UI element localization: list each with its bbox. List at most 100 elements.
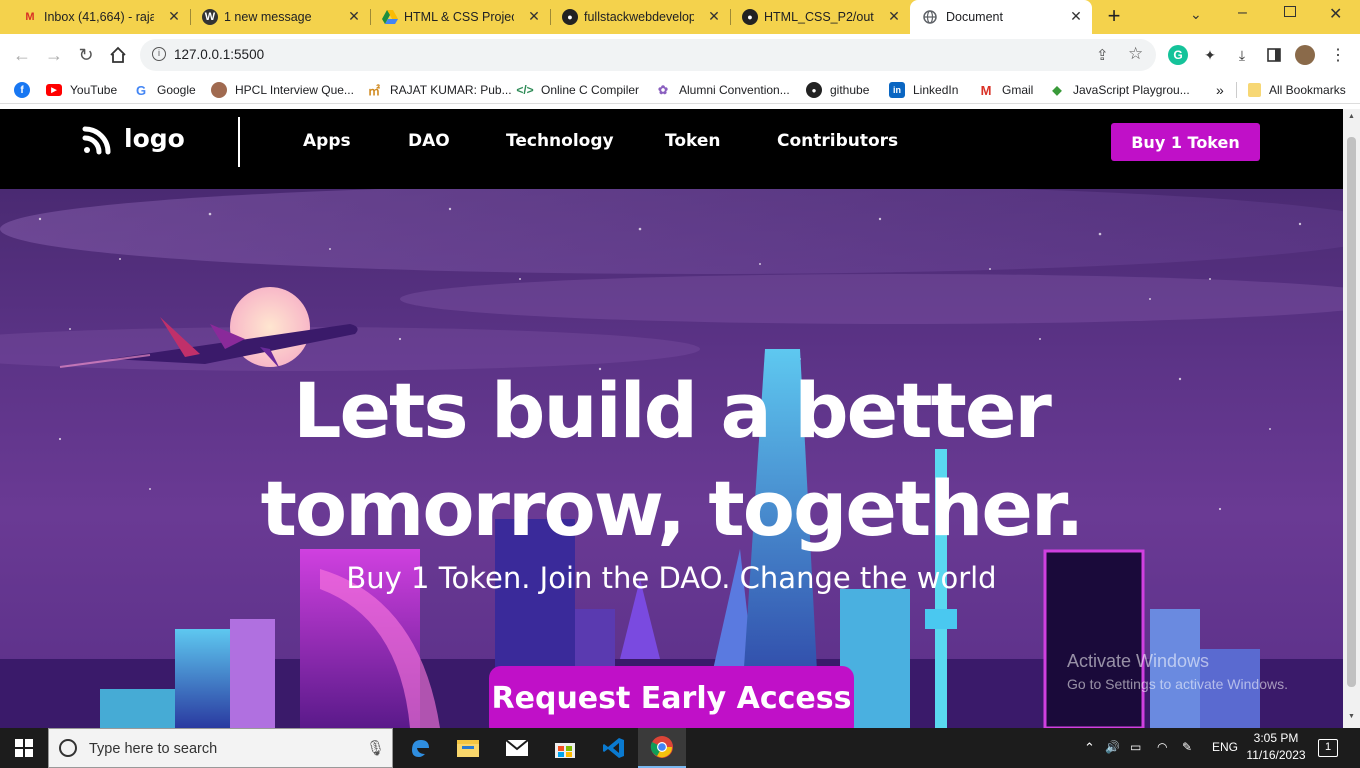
nav-technology[interactable]: Technology bbox=[506, 131, 614, 151]
hero-background-illustration bbox=[0, 189, 1343, 728]
bookmark-hpcl[interactable]: HPCL Interview Que... bbox=[211, 81, 354, 99]
tab-document-active[interactable]: Document ✕ bbox=[910, 0, 1092, 34]
bookmarks-overflow-button[interactable]: » bbox=[1216, 81, 1224, 99]
profile-avatar[interactable] bbox=[1295, 45, 1315, 65]
info-icon[interactable]: i bbox=[152, 47, 166, 61]
bookmark-star-icon[interactable]: ☆ bbox=[1128, 44, 1143, 64]
vscode-icon[interactable] bbox=[590, 728, 638, 768]
page-scrollbar[interactable]: ▲ ▼ bbox=[1343, 109, 1360, 728]
forward-arrow-icon[interactable]: → bbox=[42, 43, 66, 67]
bookmark-githube[interactable]: ● githube bbox=[806, 81, 869, 99]
site-logo[interactable]: logo bbox=[82, 121, 185, 155]
notification-center-icon[interactable]: 1 bbox=[1318, 739, 1338, 757]
bookmark-linkedin[interactable]: in LinkedIn bbox=[889, 81, 958, 99]
nav-dao[interactable]: DAO bbox=[408, 131, 450, 151]
address-bar[interactable]: i 127.0.0.1:5500 ⇪ ☆ bbox=[140, 39, 1156, 71]
tab-divider bbox=[550, 9, 551, 25]
windows-start-icon[interactable] bbox=[0, 728, 48, 768]
taskbar-search-box[interactable]: Type here to search 🎙 bbox=[48, 728, 393, 768]
side-panel-icon[interactable] bbox=[1264, 45, 1284, 65]
restore-icon[interactable] bbox=[1284, 6, 1296, 17]
close-icon[interactable]: ✕ bbox=[706, 8, 722, 24]
microphone-icon[interactable]: 🎙 bbox=[366, 739, 385, 757]
close-icon[interactable]: ✕ bbox=[526, 8, 542, 24]
close-icon[interactable]: ✕ bbox=[346, 8, 362, 24]
windows-taskbar: Type here to search 🎙 ⌃ 🔊 ▭ ◠ ✎ ENG 3:05… bbox=[0, 728, 1360, 768]
tab-divider bbox=[730, 9, 731, 25]
new-tab-button[interactable]: + bbox=[1103, 5, 1125, 27]
tab-github-2[interactable]: ● HTML_CSS_P2/outpu ✕ bbox=[742, 0, 902, 34]
bookmark-gmail[interactable]: M Gmail bbox=[978, 81, 1034, 99]
scroll-up-arrow-icon[interactable]: ▲ bbox=[1347, 113, 1356, 123]
battery-icon[interactable]: ▭ bbox=[1130, 740, 1141, 754]
bookmark-youtube[interactable]: ▶ YouTube bbox=[46, 81, 117, 99]
code-icon: </> bbox=[516, 83, 534, 97]
scroll-thumb[interactable] bbox=[1347, 137, 1356, 687]
bookmark-online-c[interactable]: </> Online C Compiler bbox=[516, 81, 639, 99]
close-icon[interactable]: ✕ bbox=[1068, 8, 1084, 24]
pen-icon[interactable]: ✎ bbox=[1182, 740, 1192, 754]
bookmark-label: YouTube bbox=[70, 83, 118, 97]
bookmark-rajat[interactable]: ㎡ RAJAT KUMAR: Pub... bbox=[366, 81, 512, 99]
minimize-icon[interactable]: – bbox=[1238, 4, 1247, 22]
bookmark-label: JavaScript Playgrou... bbox=[1073, 83, 1190, 97]
clock[interactable]: 3:05 PM 11/16/2023 bbox=[1246, 731, 1306, 762]
folder-icon bbox=[1248, 83, 1261, 97]
bookmark-label: All Bookmarks bbox=[1269, 83, 1346, 97]
wifi-icon[interactable]: ◠ bbox=[1157, 740, 1167, 754]
volume-icon[interactable]: 🔊 bbox=[1105, 740, 1120, 754]
tab-gmail[interactable]: M Inbox (41,664) - rajat ✕ bbox=[22, 0, 182, 34]
taskbar-search-placeholder: Type here to search bbox=[89, 741, 218, 757]
gmail-icon: M bbox=[980, 82, 992, 98]
tab-wordpress[interactable]: W 1 new message ✕ bbox=[202, 0, 362, 34]
language-indicator[interactable]: ENG bbox=[1212, 740, 1238, 754]
nav-apps[interactable]: Apps bbox=[303, 131, 351, 151]
close-icon[interactable]: ✕ bbox=[886, 8, 902, 24]
bookmark-label: Alumni Convention... bbox=[679, 83, 790, 97]
scroll-down-arrow-icon[interactable]: ▼ bbox=[1347, 713, 1356, 723]
bookmark-facebook[interactable]: f bbox=[14, 81, 38, 99]
share-icon[interactable]: ⇪ bbox=[1096, 46, 1109, 64]
tab-divider bbox=[190, 9, 191, 25]
download-icon[interactable]: ⤓ bbox=[1232, 45, 1252, 65]
edge-icon[interactable] bbox=[396, 728, 444, 768]
tab-github-1[interactable]: ● fullstackwebdevelop ✕ bbox=[562, 0, 722, 34]
file-explorer-icon[interactable] bbox=[444, 728, 492, 768]
bookmark-alumni[interactable]: ✿ Alumni Convention... bbox=[655, 81, 790, 99]
back-arrow-icon[interactable]: ← bbox=[10, 43, 34, 67]
playground-icon: ◆ bbox=[1052, 83, 1062, 97]
reload-icon[interactable]: ↻ bbox=[74, 43, 98, 67]
close-window-icon[interactable]: ✕ bbox=[1329, 4, 1342, 24]
tab-google-drive[interactable]: HTML & CSS Project ✕ bbox=[382, 0, 542, 34]
notification-count: 1 bbox=[1324, 741, 1332, 753]
browser-toolbar: ← → ↻ i 127.0.0.1:5500 ⇪ ☆ G ✦ ⤓ ⋮ bbox=[0, 34, 1360, 76]
request-early-access-button[interactable]: Request Early Access bbox=[489, 666, 854, 728]
bookmark-js-playground[interactable]: ◆ JavaScript Playgrou... bbox=[1049, 81, 1190, 99]
nav-contributors[interactable]: Contributors bbox=[777, 131, 898, 151]
nav-divider bbox=[238, 117, 240, 167]
tray-chevron-up-icon[interactable]: ⌃ bbox=[1084, 740, 1095, 756]
bookmarks-divider bbox=[1236, 82, 1237, 98]
grammarly-icon[interactable]: G bbox=[1168, 45, 1188, 65]
nav-token[interactable]: Token bbox=[665, 131, 721, 151]
page-viewport: logo Apps DAO Technology Token Contribut… bbox=[0, 109, 1343, 728]
home-icon[interactable] bbox=[106, 43, 130, 67]
chrome-icon[interactable] bbox=[638, 728, 686, 768]
all-bookmarks-button[interactable]: All Bookmarks bbox=[1248, 81, 1346, 99]
bookmark-google[interactable]: G Google bbox=[133, 81, 196, 99]
activate-windows-subtitle: Go to Settings to activate Windows. bbox=[1067, 676, 1288, 692]
buy-token-button[interactable]: Buy 1 Token bbox=[1111, 123, 1260, 161]
extensions-puzzle-icon[interactable]: ✦ bbox=[1200, 45, 1220, 65]
bookmark-label: Gmail bbox=[1002, 83, 1034, 97]
bookmarks-bar: f ▶ YouTube G Google HPCL Interview Que.… bbox=[0, 76, 1360, 104]
mail-icon[interactable] bbox=[493, 728, 541, 768]
facebook-icon: f bbox=[14, 82, 30, 98]
wordpress-icon: W bbox=[202, 9, 218, 25]
tab-label: Inbox (41,664) - rajat bbox=[44, 10, 154, 24]
close-icon[interactable]: ✕ bbox=[166, 8, 182, 24]
menu-kebab-icon[interactable]: ⋮ bbox=[1328, 45, 1348, 65]
browser-tab-strip: M Inbox (41,664) - rajat ✕ W 1 new messa… bbox=[0, 0, 1360, 34]
microsoft-store-icon[interactable] bbox=[541, 728, 589, 768]
tab-search-chevron-icon[interactable]: ⌄ bbox=[1190, 6, 1202, 23]
tab-divider bbox=[370, 9, 371, 25]
